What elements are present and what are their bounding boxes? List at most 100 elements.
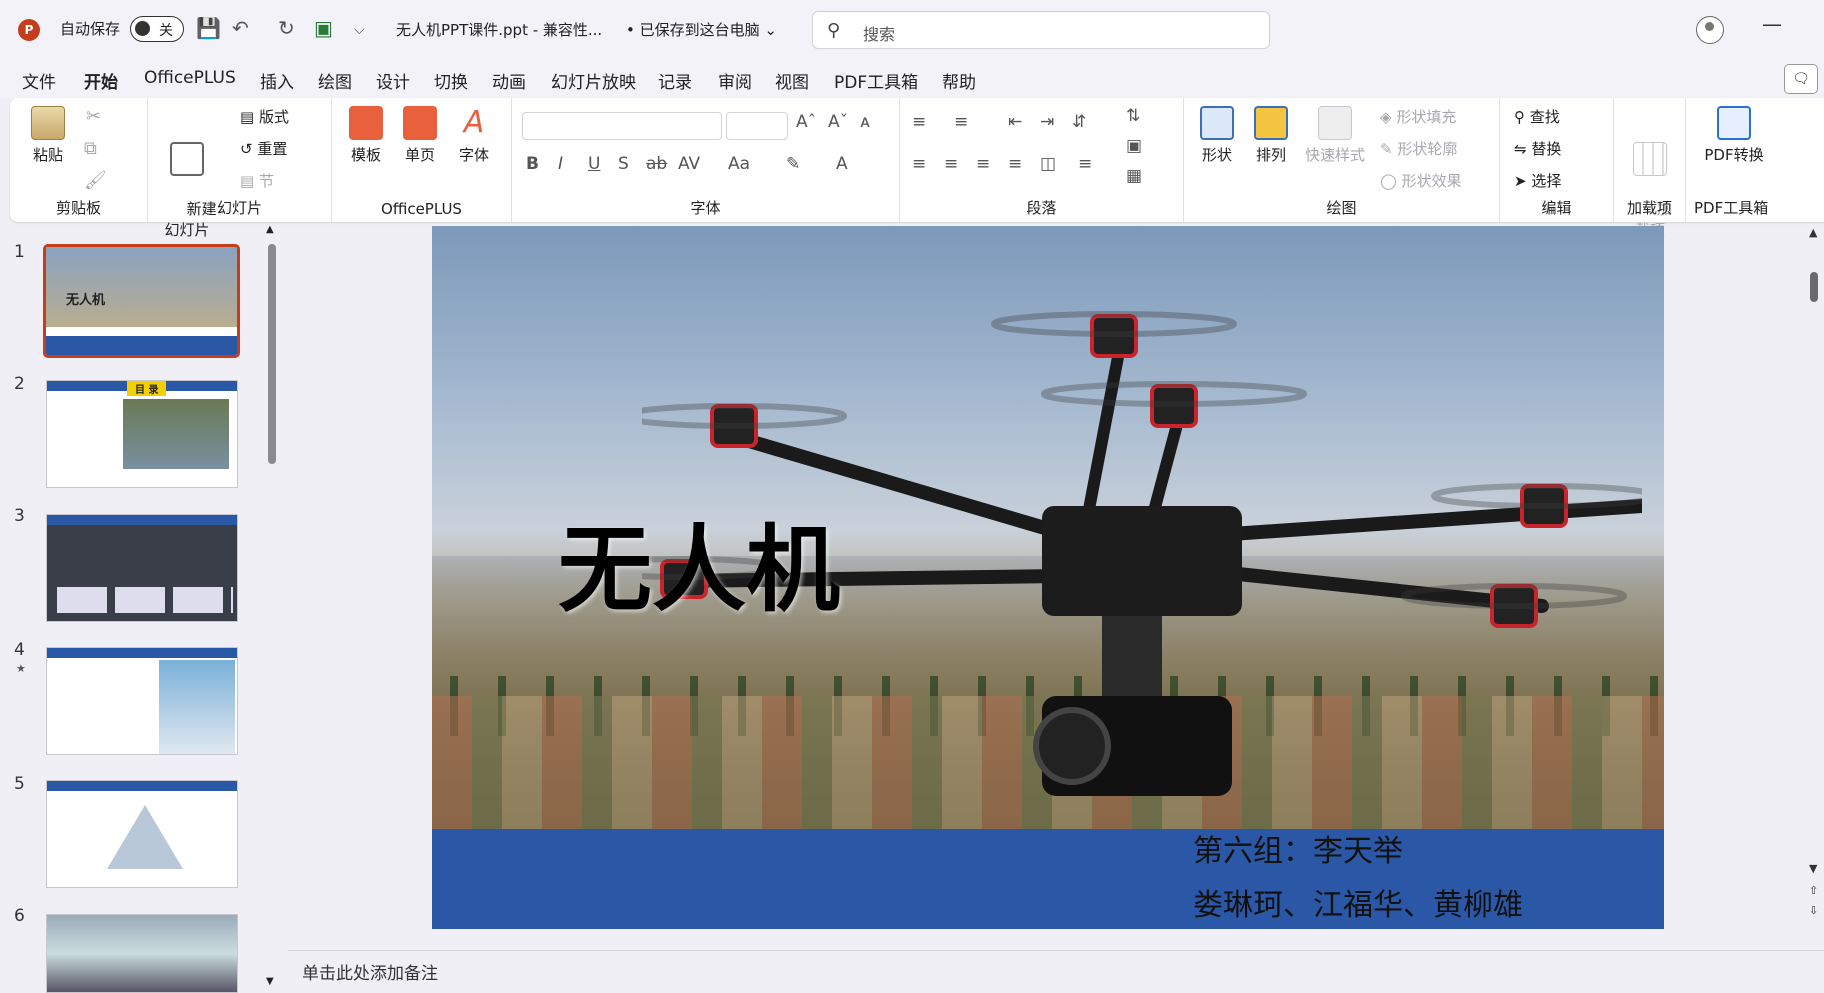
- section-button[interactable]: ▤ 节: [240, 170, 274, 191]
- column-spacing-icon[interactable]: ≡: [1078, 154, 1092, 174]
- copy-icon[interactable]: ⧉: [84, 138, 97, 159]
- shape-effects-button[interactable]: ◯ 形状效果: [1380, 170, 1462, 191]
- shapes-button[interactable]: 形状: [1194, 106, 1240, 165]
- tab-animations[interactable]: 动画: [492, 68, 526, 93]
- tab-slideshow[interactable]: 幻灯片放映: [551, 68, 636, 93]
- shapes-label: 形状: [1201, 146, 1232, 164]
- align-center-icon[interactable]: ≡: [944, 154, 958, 174]
- search-box[interactable]: ⚲ 搜索: [812, 11, 1270, 49]
- scroll-down-icon[interactable]: ▼: [266, 976, 274, 987]
- shadow-button[interactable]: S: [618, 154, 629, 174]
- tab-record[interactable]: 记录: [658, 68, 692, 93]
- underline-button[interactable]: U: [588, 154, 600, 174]
- tab-view[interactable]: 视图: [775, 68, 809, 93]
- select-button[interactable]: ➤ 选择: [1514, 170, 1561, 191]
- tab-pdf-toolbox[interactable]: PDF工具箱: [834, 68, 918, 93]
- paragraph-group-label: 段落: [1026, 199, 1057, 217]
- slide-scrollbar[interactable]: ▲ ▼ ⇧ ⇩: [1804, 224, 1824, 932]
- group-members-line2[interactable]: 娄琳珂、江福华、黄柳雄: [1193, 880, 1523, 924]
- tab-file[interactable]: 文件: [22, 68, 56, 93]
- highlight-icon[interactable]: ✎: [786, 154, 800, 174]
- tab-review[interactable]: 审阅: [718, 68, 752, 93]
- undo-icon[interactable]: ↶: [232, 16, 249, 40]
- tab-home[interactable]: 开始: [84, 68, 118, 101]
- account-avatar[interactable]: [1696, 16, 1724, 44]
- increase-font-icon[interactable]: Aˆ: [796, 112, 816, 132]
- paste-button[interactable]: 粘贴: [28, 106, 68, 165]
- tab-help[interactable]: 帮助: [942, 68, 976, 93]
- find-button[interactable]: ⚲ 查找: [1514, 106, 1560, 127]
- pdf-convert-label: PDF转换: [1704, 146, 1764, 164]
- reset-button[interactable]: ↺ 重置: [240, 138, 287, 159]
- template-button[interactable]: 模板: [344, 106, 388, 165]
- tab-insert[interactable]: 插入: [260, 68, 294, 93]
- decrease-font-icon[interactable]: Aˇ: [828, 112, 848, 132]
- autosave-toggle[interactable]: 关: [130, 16, 184, 42]
- clear-format-icon[interactable]: ᴀ: [860, 112, 870, 132]
- quick-styles-button[interactable]: 快速样式: [1302, 106, 1368, 165]
- save-icon[interactable]: 💾: [196, 16, 221, 40]
- comments-icon[interactable]: 🗨: [1784, 64, 1818, 94]
- columns-icon[interactable]: ◫: [1040, 154, 1056, 174]
- present-icon[interactable]: ▣: [314, 16, 333, 40]
- arrange-button[interactable]: 排列: [1248, 106, 1294, 165]
- font-size-select[interactable]: [726, 112, 788, 140]
- minimize-button[interactable]: —: [1762, 12, 1782, 36]
- font-plus-button[interactable]: A 字体: [452, 106, 496, 165]
- group-members-line1[interactable]: 第六组：李天举: [1193, 826, 1403, 870]
- slide-thumbnail-1[interactable]: 无人机: [43, 244, 240, 358]
- tab-draw[interactable]: 绘图: [318, 68, 352, 93]
- tab-design[interactable]: 设计: [376, 68, 410, 93]
- slide-thumbnail-3[interactable]: [46, 514, 238, 622]
- line-spacing-icon[interactable]: ⇵: [1072, 112, 1086, 132]
- decrease-indent-icon[interactable]: ⇤: [1008, 112, 1022, 132]
- italic-button[interactable]: I: [558, 154, 563, 174]
- single-page-button[interactable]: 单页: [398, 106, 442, 165]
- align-text-icon[interactable]: ▣: [1126, 136, 1142, 156]
- cut-icon[interactable]: ✂: [86, 106, 101, 127]
- redo-icon[interactable]: ↻: [278, 16, 295, 40]
- previous-slide-icon[interactable]: ⇧: [1809, 884, 1818, 897]
- character-spacing-button[interactable]: AV: [678, 154, 700, 174]
- justify-icon[interactable]: ≡: [1008, 154, 1022, 174]
- replace-button[interactable]: ⇋ 替换: [1514, 138, 1561, 159]
- scroll-up-icon[interactable]: ▲: [1809, 226, 1817, 239]
- shape-fill-button[interactable]: ◈ 形状填充: [1380, 106, 1456, 127]
- tab-officeplus[interactable]: OfficePLUS: [144, 68, 236, 88]
- numbering-icon[interactable]: ≡: [954, 112, 968, 132]
- text-direction-icon[interactable]: ⇅: [1126, 106, 1140, 126]
- next-slide-icon[interactable]: ⇩: [1809, 904, 1818, 917]
- scroll-down-icon[interactable]: ▼: [1809, 862, 1817, 875]
- slide-thumbnail-2[interactable]: 目 录: [46, 380, 238, 488]
- bold-button[interactable]: B: [526, 154, 539, 174]
- slide-thumbnail-6[interactable]: [46, 914, 238, 993]
- bullets-icon[interactable]: ≡: [912, 112, 926, 132]
- saved-status[interactable]: • 已保存到这台电脑 ⌄: [626, 19, 777, 40]
- align-left-icon[interactable]: ≡: [912, 154, 926, 174]
- find-label: 查找: [1529, 108, 1560, 126]
- scrollbar-thumb[interactable]: [1810, 272, 1818, 302]
- thumbnail-scrollbar[interactable]: ▲ ▼: [264, 224, 278, 993]
- slide-thumbnail-4[interactable]: [46, 647, 238, 755]
- shape-outline-button[interactable]: ✎ 形状轮廓: [1380, 138, 1457, 159]
- scrollbar-thumb[interactable]: [268, 244, 276, 464]
- slide-thumbnail-5[interactable]: [46, 780, 238, 888]
- increase-indent-icon[interactable]: ⇥: [1040, 112, 1054, 132]
- pdf-convert-button[interactable]: PDF转换: [1694, 106, 1774, 165]
- change-case-button[interactable]: Aa: [728, 154, 750, 174]
- format-painter-icon[interactable]: 🖌: [84, 170, 107, 191]
- font-family-select[interactable]: [522, 112, 722, 140]
- notes-pane[interactable]: 单击此处添加备注: [288, 950, 1824, 993]
- smartart-icon[interactable]: ▦: [1126, 166, 1142, 186]
- scroll-up-icon[interactable]: ▲: [266, 224, 274, 235]
- slide-title[interactable]: 无人机: [558, 494, 840, 630]
- font-color-icon[interactable]: A: [836, 154, 848, 174]
- customize-toolbar-icon[interactable]: ⌵: [354, 22, 365, 38]
- layout-button[interactable]: ▤ 版式: [240, 106, 289, 127]
- shape-fill-label: 形状填充: [1396, 108, 1457, 126]
- tab-transitions[interactable]: 切换: [434, 68, 468, 93]
- slide-canvas[interactable]: 无人机 第六组：李天举 娄琳珂、江福华、黄柳雄: [432, 226, 1664, 929]
- font-group-label: 字体: [690, 199, 721, 217]
- strikethrough-button[interactable]: ab: [646, 154, 667, 174]
- align-right-icon[interactable]: ≡: [976, 154, 990, 174]
